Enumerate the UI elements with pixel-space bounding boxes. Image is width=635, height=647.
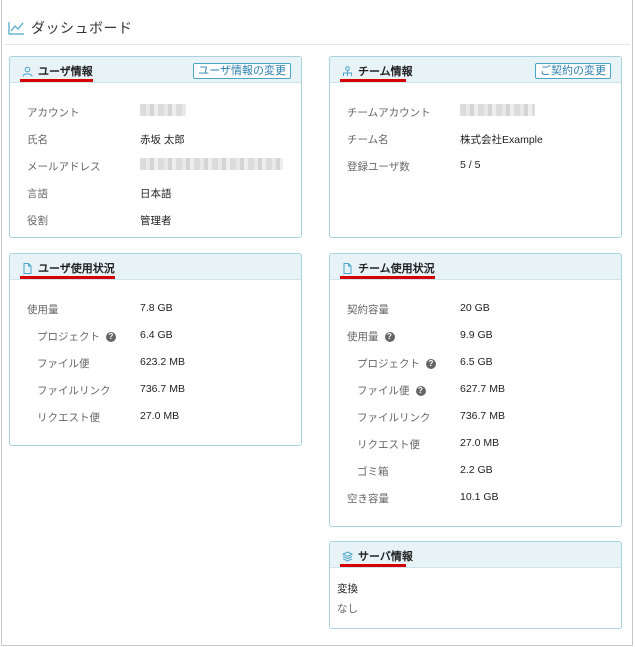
row-label: チームアカウント: [347, 107, 431, 119]
help-icon[interactable]: ?: [106, 332, 116, 342]
team-icon: [343, 65, 352, 76]
panel-title: チーム使用状況: [342, 260, 435, 276]
highlight-underline: [20, 276, 115, 279]
server-value: なし: [337, 603, 358, 615]
redacted-value: [140, 104, 186, 116]
row-value: 10.1 GB: [460, 491, 499, 503]
server-stack-icon: [342, 550, 353, 562]
panel-title-text: ユーザ使用状況: [38, 263, 115, 275]
row-label: 言語: [27, 188, 48, 200]
row-label: ファイル便: [37, 358, 90, 370]
row-label: プロジェクト?: [357, 356, 436, 371]
row-label-text: 使用量: [347, 331, 379, 343]
redacted-value: [140, 158, 283, 170]
row-value: 736.7 MB: [460, 410, 505, 422]
panel-title-text: ユーザ情報: [38, 66, 93, 78]
server-info-panel: サーバ情報 変換 なし: [329, 541, 622, 629]
row-label: チーム名: [347, 134, 389, 146]
row-value: 7.8 GB: [140, 302, 173, 314]
row-label-text: プロジェクト: [37, 331, 100, 343]
panel-title-text: サーバ情報: [358, 551, 413, 563]
user-info-panel: ユーザ情報 ユーザ情報の変更 アカウント 氏名 赤坂 太郎 メールアドレス 言語…: [9, 56, 302, 238]
panel-title: チーム情報: [342, 63, 413, 79]
row-value: 627.7 MB: [460, 383, 505, 395]
highlight-underline: [340, 276, 435, 279]
row-label: 使用量: [27, 304, 59, 316]
row-label: 役割: [27, 215, 48, 227]
help-icon[interactable]: ?: [426, 359, 436, 369]
page-header: ダッシュボード: [8, 18, 133, 38]
panel-title-text: チーム使用状況: [358, 263, 435, 275]
chart-line-icon: [8, 22, 24, 35]
row-value: 6.5 GB: [460, 356, 493, 368]
row-label: ファイル便?: [357, 383, 426, 398]
header-divider: [5, 44, 630, 45]
team-usage-panel: チーム使用状況 契約容量 20 GB 使用量? 9.9 GB プロジェクト? 6…: [329, 253, 622, 527]
row-value: 27.0 MB: [140, 410, 180, 422]
row-value: 736.7 MB: [140, 383, 185, 395]
row-label: ゴミ箱: [357, 466, 389, 478]
panel-header: チーム使用状況: [330, 254, 621, 280]
panel-header: サーバ情報: [330, 542, 621, 568]
redacted-value: [460, 104, 535, 116]
user-usage-panel: ユーザ使用状況 使用量 7.8 GB プロジェクト? 6.4 GB ファイル便 …: [9, 253, 302, 446]
panel-title-text: チーム情報: [358, 66, 413, 78]
change-contract-button[interactable]: ご契約の変更: [535, 63, 611, 79]
highlight-underline: [340, 79, 406, 82]
row-label: プロジェクト?: [37, 329, 116, 344]
row-value: 623.2 MB: [140, 356, 185, 368]
row-label: ファイルリンク: [357, 412, 431, 424]
server-label: 変換: [337, 583, 358, 595]
row-label: 使用量?: [347, 329, 395, 344]
team-info-panel: チーム情報 ご契約の変更 チームアカウント チーム名 株式会社Example 登…: [329, 56, 622, 238]
row-value: 管理者: [140, 215, 172, 227]
row-value: 2.2 GB: [460, 464, 493, 476]
user-icon: [22, 66, 33, 77]
row-label: リクエスト便: [357, 439, 420, 451]
row-label: 登録ユーザ数: [347, 161, 410, 173]
row-label: メールアドレス: [27, 161, 101, 173]
highlight-underline: [340, 564, 406, 567]
row-label: 氏名: [27, 134, 48, 146]
row-value: 27.0 MB: [460, 437, 500, 449]
help-icon[interactable]: ?: [384, 332, 395, 342]
page-title: ダッシュボード: [31, 20, 133, 36]
panel-header: ユーザ情報 ユーザ情報の変更: [10, 57, 301, 83]
row-value: 赤坂 太郎: [140, 134, 185, 146]
row-label: 契約容量: [347, 304, 389, 316]
panel-title: ユーザ使用状況: [22, 260, 115, 276]
document-icon: [23, 262, 32, 274]
row-value: 日本語: [140, 188, 172, 200]
panel-header: チーム情報 ご契約の変更: [330, 57, 621, 83]
edit-user-info-button[interactable]: ユーザ情報の変更: [193, 63, 291, 79]
row-value: 5 / 5: [460, 159, 481, 171]
row-value: 9.9 GB: [460, 329, 493, 341]
row-value: 20 GB: [460, 302, 490, 314]
row-label-text: ファイル便: [357, 385, 410, 397]
row-label: アカウント: [27, 107, 80, 119]
help-icon[interactable]: ?: [415, 386, 426, 396]
row-value: 株式会社Example: [460, 134, 543, 146]
row-value: 6.4 GB: [140, 329, 173, 341]
row-label: 空き容量: [347, 493, 389, 505]
row-label: ファイルリンク: [37, 385, 111, 397]
panel-title: サーバ情報: [342, 548, 413, 564]
document-icon: [343, 262, 352, 274]
panel-title: ユーザ情報: [22, 63, 93, 79]
row-label-text: プロジェクト: [357, 358, 420, 370]
highlight-underline: [20, 79, 93, 82]
panel-header: ユーザ使用状況: [10, 254, 301, 280]
row-label: リクエスト便: [37, 412, 100, 424]
